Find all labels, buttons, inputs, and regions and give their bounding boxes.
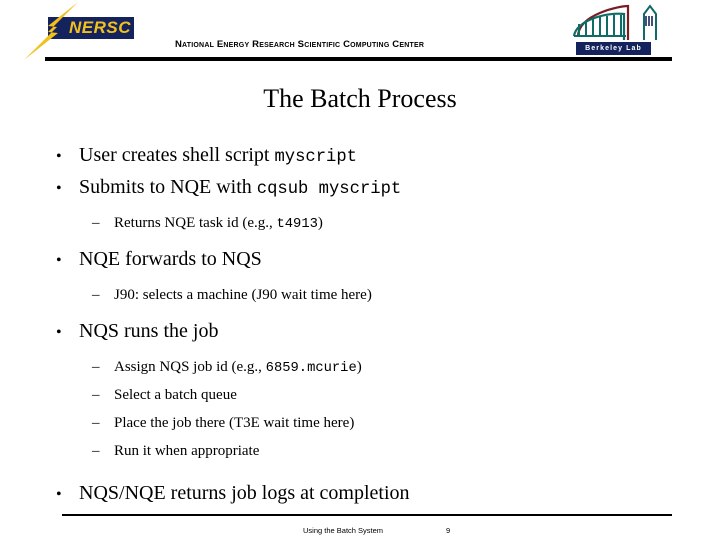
slide-header: NERSC National Energy Research Scientifi… (0, 0, 720, 64)
footer-page-number: 9 (446, 526, 451, 535)
code-span: t4913 (276, 217, 318, 232)
text-span: Select a batch queue (114, 387, 237, 403)
text-span: ) (356, 359, 362, 375)
slide-content-body: • User creates shell script myscript • Subm… (0, 139, 720, 509)
text-span: NQS/NQE returns job logs at completion (79, 482, 410, 504)
code-span: myscript (274, 148, 357, 167)
berkeley-lab-wordmark: Berkeley Lab (576, 42, 651, 55)
bullet-text: NQS/NQE returns job logs at completion (79, 477, 410, 509)
bullet-marker-icon: • (56, 148, 62, 165)
bullet-marker-icon: • (56, 180, 62, 197)
bullet-marker-icon: • (56, 324, 62, 341)
bullet-marker-icon: • (56, 252, 62, 269)
dash-marker-icon: – (92, 415, 100, 431)
bullet-text: NQS runs the job (79, 315, 218, 347)
text-span: Place the job there (T3E wait time here) (114, 415, 355, 431)
bullet-text: Assign NQS job id (e.g., 6859.mcurie) (114, 353, 362, 383)
dash-marker-icon: – (92, 359, 100, 375)
sub-bullet-item: – Returns NQE task id (e.g., t4913) (0, 209, 720, 237)
code-span: 6859.mcurie (265, 361, 357, 376)
sub-bullet-item: – Place the job there (T3E wait time here… (0, 409, 720, 437)
bullet-text: User creates shell script myscript (79, 139, 357, 174)
page-title: The Batch Process (263, 84, 457, 113)
bullet-marker-icon: • (56, 486, 62, 503)
sub-bullet-item: – Assign NQS job id (e.g., 6859.mcurie) (0, 353, 720, 381)
berkeley-lab-logo: Berkeley Lab (568, 2, 680, 58)
bullet-text: J90: selects a machine (J90 wait time he… (114, 281, 372, 309)
text-span: J90: selects a machine (J90 wait time he… (114, 287, 372, 303)
text-span: Returns NQE task id (e.g., (114, 215, 277, 231)
nersc-logo: NERSC (18, 2, 134, 60)
dash-marker-icon: – (92, 287, 100, 303)
footer-label: Using the Batch System (303, 526, 384, 535)
bullet-text: Returns NQE task id (e.g., t4913) (114, 209, 323, 239)
bullet-text: Place the job there (T3E wait time here) (114, 409, 354, 437)
bullet-item: • NQS/NQE returns job logs at completion (0, 477, 720, 509)
header-divider (45, 57, 672, 61)
dash-marker-icon: – (92, 443, 100, 459)
text-span: Run it when appropriate (114, 443, 260, 459)
bullet-text: NQE forwards to NQS (79, 243, 262, 275)
bullet-text: Select a batch queue (114, 381, 237, 409)
bullet-item: • NQE forwards to NQS (0, 243, 720, 275)
bullet-item: • NQS runs the job (0, 315, 720, 347)
bullet-text: Run it when appropriate (114, 437, 259, 465)
footer-divider (62, 514, 672, 516)
lightning-bolt-icon (24, 2, 78, 60)
sub-bullet-item: – J90: selects a machine (J90 wait time h… (0, 281, 720, 309)
sub-bullet-item: – Select a batch queue (0, 381, 720, 409)
bullet-item: • User creates shell script myscript (0, 139, 720, 171)
dash-marker-icon: – (92, 387, 100, 403)
organization-title: National Energy Research Scientific Comp… (175, 39, 425, 50)
sub-bullet-item: – Run it when appropriate (0, 437, 720, 465)
bullet-text: Submits to NQE with cqsub myscript (79, 171, 401, 206)
berkeley-dome-icon (572, 4, 657, 40)
text-span: Submits to NQE with (79, 176, 257, 198)
text-span: Assign NQS job id (e.g., (114, 359, 266, 375)
text-span: NQS runs the job (79, 320, 219, 342)
bullet-item: • Submits to NQE with cqsub myscript (0, 171, 720, 203)
code-span: cqsub myscript (256, 180, 402, 199)
text-span: ) (317, 215, 323, 231)
dash-marker-icon: – (92, 215, 100, 231)
text-span: User creates shell script (79, 144, 275, 166)
text-span: NQE forwards to NQS (79, 248, 262, 270)
